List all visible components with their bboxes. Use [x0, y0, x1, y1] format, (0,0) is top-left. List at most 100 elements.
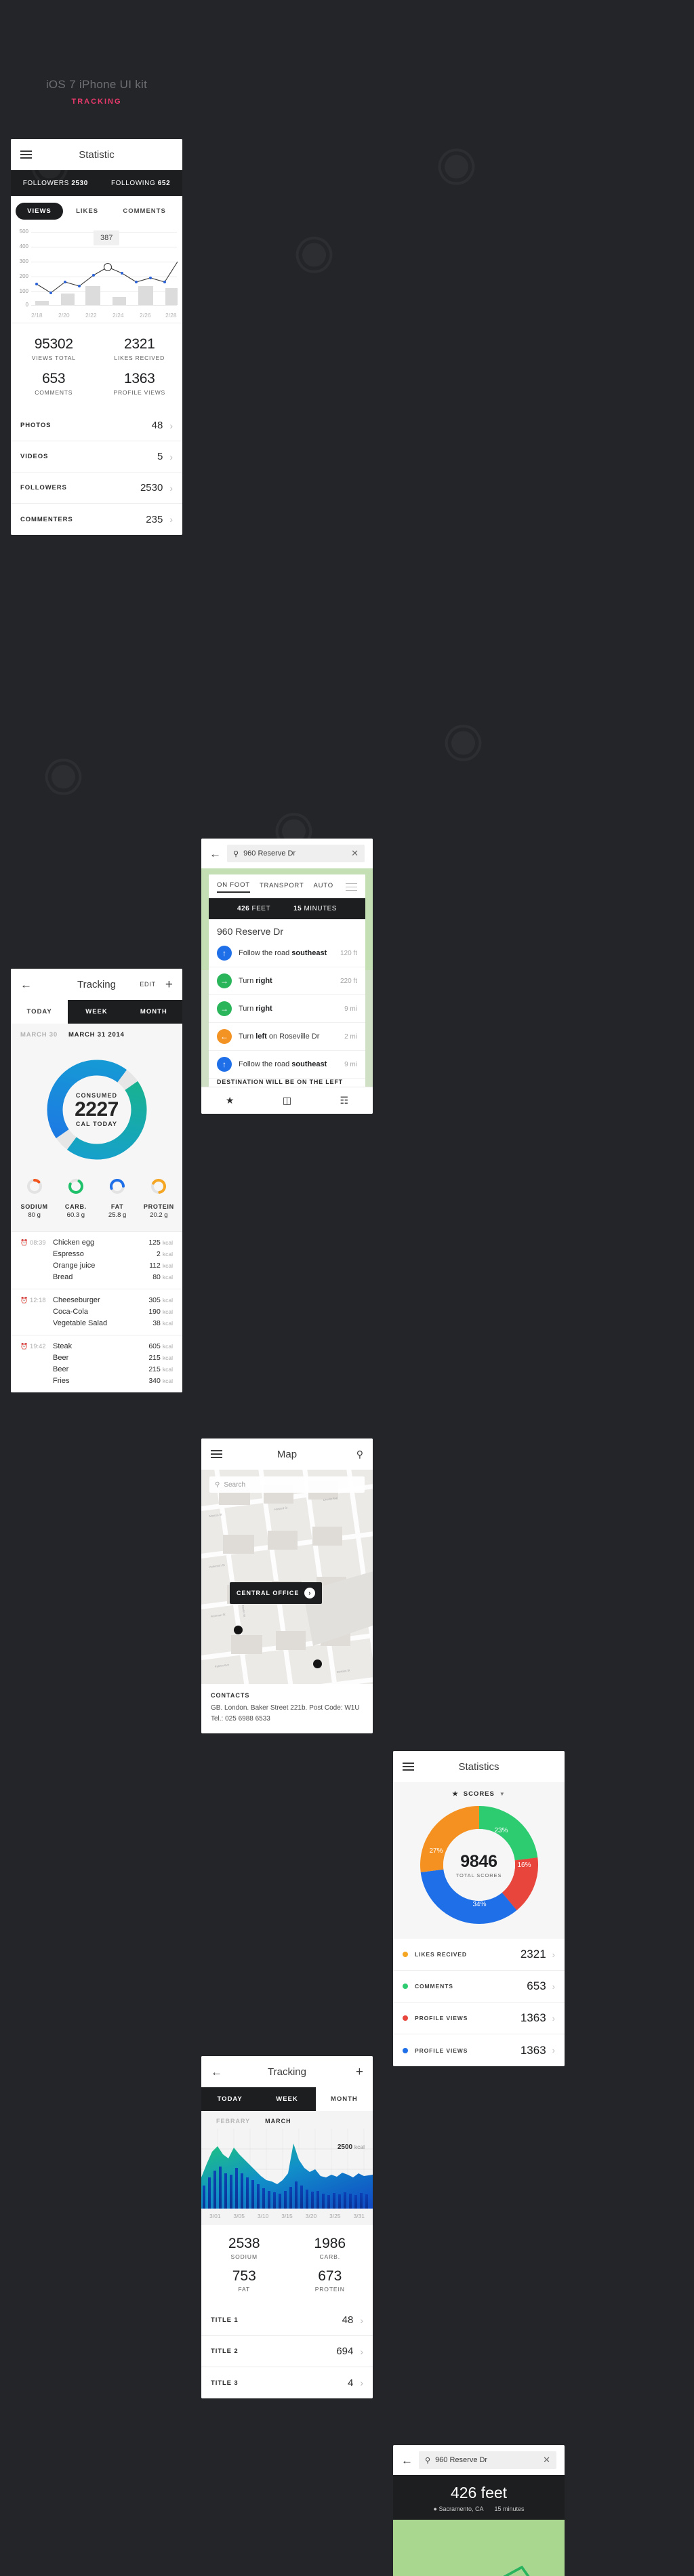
following-stat[interactable]: FOLLOWING 652	[111, 180, 170, 187]
food-row[interactable]: Orange juice 112 kcal	[20, 1260, 173, 1271]
food-name: Beer	[53, 1353, 69, 1362]
row-title-1[interactable]: TITLE 1 48 ›	[201, 2305, 373, 2336]
chevron-right-icon: ›	[552, 2013, 555, 2024]
stat-row-comments[interactable]: COMMENTS 653 ›	[393, 1971, 565, 2003]
food-row[interactable]: Vegetable Salad 38 kcal	[20, 1317, 173, 1329]
arrow-left-icon[interactable]: ←	[401, 2455, 413, 2466]
direction-step[interactable]: ↑ Follow the road southeast 120 ft	[209, 940, 365, 967]
followers-stat[interactable]: FOLLOWERS 2530	[23, 180, 88, 187]
search-input[interactable]: ⚲ 960 Reserve Dr ✕	[227, 845, 365, 862]
tab-auto[interactable]: AUTO	[314, 882, 333, 892]
close-icon[interactable]: ✕	[543, 2455, 550, 2466]
map-dot[interactable]	[234, 1626, 243, 1634]
tab-week[interactable]: WEEK	[258, 2087, 316, 2111]
row-title-3[interactable]: TITLE 3 4 ›	[201, 2367, 373, 2398]
scores-label: SCORES	[463, 1790, 495, 1798]
month-previous[interactable]: FEBRARY	[216, 2118, 250, 2125]
map-canvas[interactable]: Marcus St Anderson St Freeman St Palmer …	[201, 1470, 373, 1684]
segment-views[interactable]: VIEWS	[16, 203, 63, 220]
date-previous[interactable]: MARCH 30	[20, 1031, 58, 1039]
tab-week[interactable]: WEEK	[68, 1000, 125, 1024]
row-title-2[interactable]: TITLE 2 694 ›	[201, 2336, 373, 2367]
food-name: Beer	[53, 1365, 69, 1373]
kit-subtitle: TRACKING	[71, 98, 122, 106]
food-name: Fries	[53, 1376, 70, 1385]
navigation-distance-bar: 426 FEET 15 MINUTES	[209, 898, 365, 919]
views-line-chart: 500 400 300 200 100 0 387 2/18 2/20 2/22…	[11, 222, 182, 323]
food-cal: 305	[148, 1295, 161, 1304]
star-icon[interactable]: ★	[201, 1087, 258, 1114]
scores-selector[interactable]: ★ SCORES ▼	[393, 1782, 565, 1800]
central-office-pin[interactable]: CENTRAL OFFICE ›	[230, 1582, 323, 1604]
tab-today[interactable]: TODAY	[201, 2087, 259, 2111]
stat-row-profile-views-1[interactable]: PROFILE VIEWS 1363 ›	[393, 2003, 565, 2034]
direction-step[interactable]: ↑ Follow the road southeast 9 mi	[209, 1051, 365, 1079]
stat-row-likes-recived[interactable]: LIKES RECIVED 2321 ›	[393, 1939, 565, 1971]
tab-transport[interactable]: TRANSPORT	[260, 882, 304, 892]
stat-value: 1363	[520, 2011, 546, 2024]
segment-likes[interactable]: LIKES	[64, 203, 110, 220]
contacts-section: CONTACTS GB. London. Baker Street 221b. …	[201, 1684, 373, 1733]
plus-icon[interactable]: +	[165, 978, 173, 991]
box-icon[interactable]: ◫	[258, 1087, 315, 1114]
hamburger-icon[interactable]	[403, 1763, 414, 1771]
food-row[interactable]: Beer 215 kcal	[20, 1363, 173, 1375]
arrow-left-icon[interactable]: ←	[211, 2066, 222, 2078]
statistic-summary: 95302 VIEWS TOTAL 2321 LIKES RECIVED 653…	[11, 323, 182, 410]
food-row[interactable]: Espresso 2 kcal	[20, 1248, 173, 1260]
arrow-left-icon[interactable]: ←	[209, 848, 221, 860]
search-input[interactable]: ⚲ 960 Reserve Dr ✕	[419, 2451, 556, 2469]
row-label: FOLLOWERS	[20, 484, 67, 491]
plus-icon[interactable]: +	[356, 2066, 363, 2078]
edit-button[interactable]: EDIT	[140, 981, 156, 988]
search-icon: ⚲	[425, 2456, 431, 2465]
arrow-left-icon[interactable]: ←	[20, 979, 32, 990]
tab-today[interactable]: TODAY	[11, 1000, 68, 1024]
chevron-right-icon: ›	[552, 1981, 555, 1992]
distance-unit: FEET	[251, 905, 271, 912]
row-commenters[interactable]: COMMENTERS 235 ›	[11, 504, 182, 535]
food-row[interactable]: Coca-Cola 190 kcal	[20, 1306, 173, 1317]
route-map-canvas[interactable]: Reserve Dr Bartlett Way Agate Ct ↑	[393, 2520, 565, 2576]
slice-label-green: 23%	[494, 1827, 508, 1834]
tab-on-foot[interactable]: ON FOOT	[217, 881, 250, 893]
watermark: ◉	[430, 705, 493, 774]
food-name: Steak	[53, 1342, 73, 1350]
meal-time: ⏰ 19:42	[20, 1342, 46, 1350]
food-cal: 215	[148, 1353, 161, 1362]
month-current[interactable]: MARCH	[265, 2118, 291, 2125]
list-icon[interactable]	[346, 883, 357, 891]
close-icon[interactable]: ✕	[351, 848, 359, 859]
direction-step[interactable]: → Turn right 9 mi	[209, 995, 365, 1023]
row-followers[interactable]: FOLLOWERS 2530 ›	[11, 472, 182, 504]
stat-row-profile-views-2[interactable]: PROFILE VIEWS 1363 ›	[393, 2034, 565, 2066]
map-dot[interactable]	[313, 1659, 322, 1668]
date-current[interactable]: MARCH 31 2014	[68, 1031, 125, 1039]
row-value: 5	[157, 451, 163, 462]
search-icon[interactable]: ⚲	[356, 1449, 363, 1460]
summary-carb: 1986 CARB.	[287, 2232, 373, 2264]
food-row[interactable]: ⏰ 19:42 Steak 605 kcal	[20, 1340, 173, 1352]
row-photos[interactable]: PHOTOS 48 ›	[11, 410, 182, 441]
x-tick: 3/31	[353, 2213, 365, 2219]
food-row[interactable]: ⏰ 12:18 Cheeseburger 305 kcal	[20, 1294, 173, 1306]
direction-step[interactable]: ← Turn left on Roseville Dr 2 mi	[209, 1023, 365, 1051]
food-row[interactable]: Beer 215 kcal	[20, 1352, 173, 1363]
food-cal: 2	[157, 1249, 161, 1258]
map-search-input[interactable]: ⚲ Search	[209, 1476, 365, 1493]
tab-month[interactable]: MONTH	[316, 2087, 373, 2111]
food-row[interactable]: ⏰ 08:39 Chicken egg 125 kcal	[20, 1236, 173, 1248]
food-row[interactable]: Bread 80 kcal	[20, 1271, 173, 1283]
search-icon: ⚲	[233, 849, 239, 858]
person-icon[interactable]: ☶	[316, 1087, 373, 1114]
segment-comments[interactable]: COMMENTS	[111, 203, 177, 220]
food-row[interactable]: Fries 340 kcal	[20, 1375, 173, 1386]
row-videos[interactable]: VIDEOS 5 ›	[11, 441, 182, 472]
hamburger-icon[interactable]	[20, 150, 32, 159]
tab-month[interactable]: MONTH	[125, 1000, 182, 1024]
hamburger-icon[interactable]	[211, 1450, 222, 1458]
donut-center-text: CONSUMED 2227 CAL TODAY	[43, 1055, 151, 1164]
direction-step[interactable]: → Turn right 220 ft	[209, 967, 365, 995]
nutrient-name: CARB.	[64, 1203, 87, 1210]
map-navbar: Map ⚲	[201, 1438, 373, 1470]
